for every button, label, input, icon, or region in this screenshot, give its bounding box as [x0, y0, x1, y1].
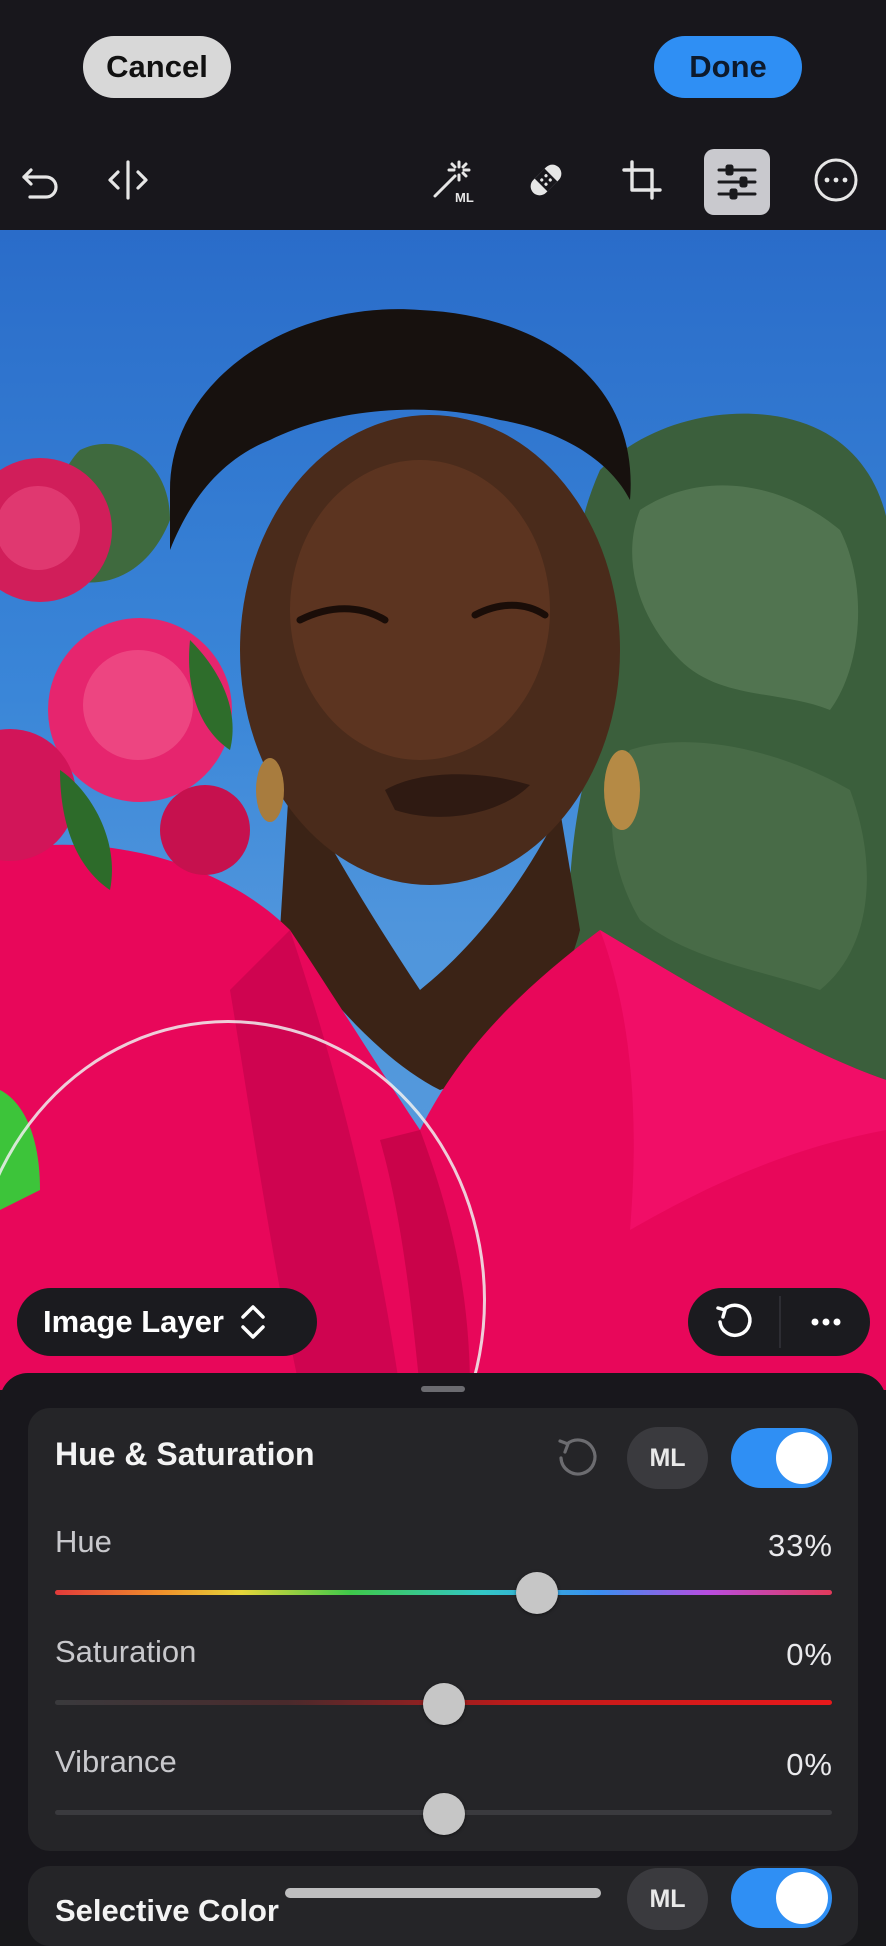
- divider: [779, 1296, 781, 1348]
- cancel-button[interactable]: Cancel: [83, 36, 231, 98]
- saturation-slider-thumb[interactable]: [422, 1683, 465, 1725]
- toggle-knob: [776, 1872, 828, 1924]
- magic-wand-ml-icon[interactable]: ML: [423, 150, 483, 210]
- panel-title: Hue & Saturation: [55, 1436, 315, 1472]
- hue-slider-track[interactable]: [55, 1590, 832, 1595]
- more-icon[interactable]: [804, 1300, 848, 1344]
- saturation-label: Saturation: [55, 1634, 197, 1669]
- toggle-knob: [776, 1432, 828, 1484]
- undo-icon[interactable]: [10, 150, 70, 210]
- panel-toggle[interactable]: [731, 1428, 832, 1488]
- hue-label: Hue: [55, 1524, 112, 1559]
- layer-selector[interactable]: Image Layer: [17, 1288, 317, 1356]
- chevron-up-down-icon: [241, 1305, 265, 1339]
- hue-value: 33%: [767, 1528, 833, 1563]
- vibrance-value: 0%: [786, 1747, 833, 1782]
- hue-slider-thumb[interactable]: [515, 1572, 558, 1614]
- reset-icon[interactable]: [712, 1300, 756, 1344]
- adjustments-sliders-icon[interactable]: [704, 149, 770, 215]
- home-indicator[interactable]: [285, 1888, 601, 1898]
- healing-bandage-icon[interactable]: [516, 150, 576, 210]
- layer-actions: [688, 1288, 870, 1356]
- done-button[interactable]: Done: [654, 36, 802, 98]
- selective-color-ml-chip[interactable]: ML: [627, 1868, 708, 1930]
- vibrance-slider-thumb[interactable]: [422, 1793, 465, 1835]
- crop-icon[interactable]: [612, 150, 672, 210]
- ml-badge: ML: [455, 190, 474, 204]
- selective-color-toggle[interactable]: [731, 1868, 832, 1928]
- more-icon[interactable]: [806, 150, 866, 210]
- hue-saturation-card: [28, 1408, 858, 1851]
- layer-selector-label: Image Layer: [43, 1304, 224, 1339]
- compare-icon[interactable]: [98, 150, 158, 210]
- selective-color-title: Selective Color: [55, 1893, 279, 1928]
- panel-reset-icon[interactable]: [551, 1432, 603, 1484]
- vibrance-label: Vibrance: [55, 1744, 177, 1779]
- sheet-grabber[interactable]: [421, 1386, 465, 1392]
- saturation-value: 0%: [786, 1637, 833, 1672]
- ml-chip[interactable]: ML: [627, 1427, 708, 1489]
